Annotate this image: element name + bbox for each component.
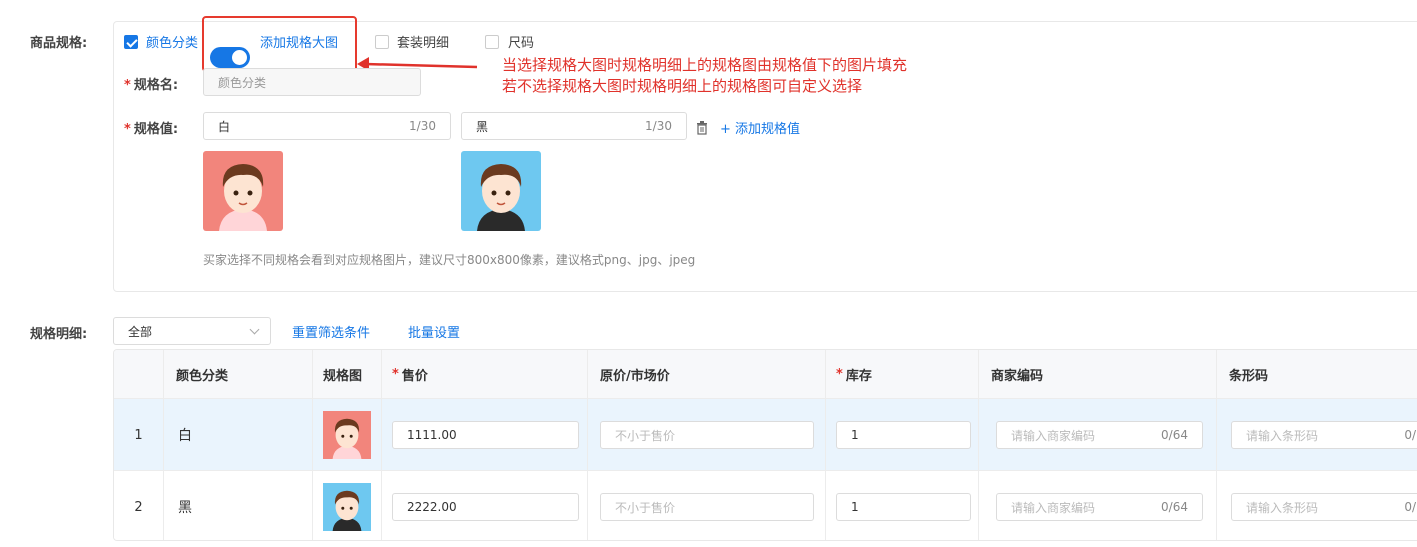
price-input[interactable]: 2222.00 (392, 493, 579, 521)
row-spec-image-black (323, 483, 371, 531)
price-input[interactable]: 1111.00 (392, 421, 579, 449)
big-image-toggle-label[interactable]: 添加规格大图 (260, 32, 338, 51)
table-header-barcode: 条形码 (1217, 350, 1417, 398)
color-class-checkbox[interactable] (124, 35, 138, 49)
spec-image-black[interactable] (461, 151, 541, 231)
trash-icon[interactable] (696, 121, 708, 135)
spec-image-white[interactable] (203, 151, 283, 231)
table-row: 1 白 1111.00 不小于售价 1 请输入商家编码 0/64 请输入条形码 0/ (114, 398, 1417, 471)
annotation-line-2: 若不选择规格大图时规格明细上的规格图可自定义选择 (502, 77, 863, 95)
spec-value-label: * 规格值: (124, 122, 179, 137)
set-detail-checkbox[interactable] (375, 35, 389, 49)
table-row: 2 黑 2222.00 不小于售价 1 请输入商家编码 0/64 请输入条形码 0/ (114, 470, 1417, 540)
orig-price-input[interactable]: 不小于售价 (600, 493, 814, 521)
row-spec-image-white (323, 411, 371, 459)
row-color: 白 (164, 399, 313, 471)
table-header-stock: * 库存 (826, 350, 979, 398)
merchant-code-input[interactable]: 请输入商家编码 0/64 (996, 493, 1203, 521)
table-header-orig-price: 原价/市场价 (588, 350, 826, 398)
size-option-label[interactable]: 尺码 (508, 32, 534, 51)
row-index: 2 (114, 471, 164, 540)
row-spec-image (313, 399, 382, 471)
table-header-index (114, 350, 164, 398)
spec-value-input-black[interactable]: 黑 1/30 (461, 112, 687, 140)
reset-filter-link[interactable]: 重置筛选条件 (292, 322, 370, 341)
spec-value-input-white[interactable]: 白 1/30 (203, 112, 451, 140)
row-color: 黑 (164, 471, 313, 540)
color-class-option-label[interactable]: 颜色分类 (146, 32, 198, 51)
stock-input[interactable]: 1 (836, 421, 971, 449)
spec-name-input[interactable]: 颜色分类 (203, 68, 421, 96)
row-index: 1 (114, 399, 164, 471)
annotation-line-1: 当选择规格大图时规格明细上的规格图由规格值下的图片填充 (502, 56, 908, 74)
table-header-image: 规格图 (313, 350, 382, 398)
chevron-down-icon (249, 324, 260, 335)
table-header-color: 颜色分类 (164, 350, 313, 398)
orig-price-input[interactable]: 不小于售价 (600, 421, 814, 449)
row-spec-image (313, 471, 382, 540)
barcode-input[interactable]: 请输入条形码 0/ (1231, 493, 1417, 521)
set-detail-option-label[interactable]: 套装明细 (397, 32, 449, 51)
barcode-input[interactable]: 请输入条形码 0/ (1231, 421, 1417, 449)
detail-section-label: 规格明细: (30, 327, 88, 342)
filter-select[interactable]: 全部 (113, 317, 271, 345)
spec-image-hint: 买家选择不同规格会看到对应规格图片，建议尺寸800x800像素，建议格式png、… (203, 253, 696, 267)
spec-detail-table: 颜色分类 规格图 * 售价 原价/市场价 * 库存 商家编码 条形码 1 白 111… (113, 349, 1417, 541)
table-header-price: * 售价 (382, 350, 588, 398)
size-checkbox[interactable] (485, 35, 499, 49)
add-spec-value-link[interactable]: + 添加规格值 (720, 118, 800, 137)
big-image-toggle[interactable] (210, 47, 250, 68)
merchant-code-input[interactable]: 请输入商家编码 0/64 (996, 421, 1203, 449)
batch-setting-link[interactable]: 批量设置 (408, 322, 460, 341)
plus-icon: + (720, 122, 736, 137)
table-header-merchant-code: 商家编码 (979, 350, 1217, 398)
spec-section-label: 商品规格: (30, 36, 88, 51)
stock-input[interactable]: 1 (836, 493, 971, 521)
spec-name-label: * 规格名: (124, 78, 179, 93)
